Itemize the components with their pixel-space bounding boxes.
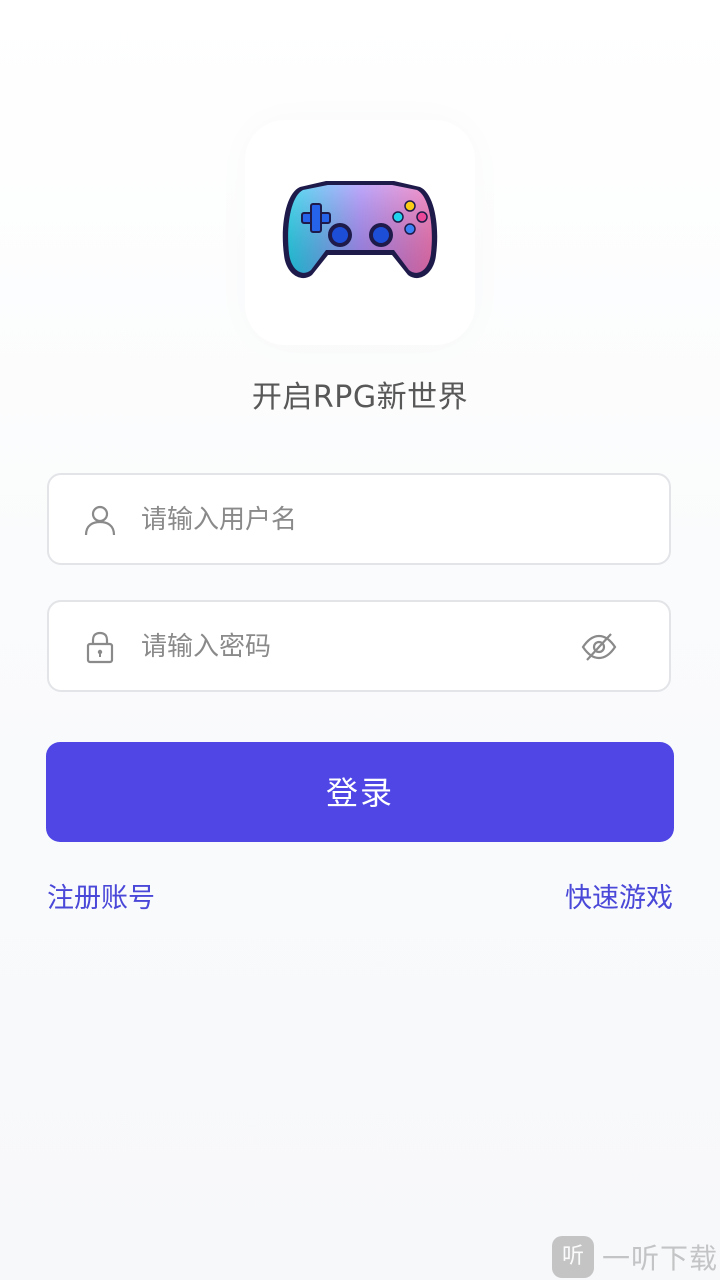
register-link[interactable]: 注册账号 (47, 876, 155, 915)
gamepad-icon (282, 181, 438, 279)
watermark-text: 一听下载 (601, 1242, 718, 1275)
username-field[interactable] (47, 473, 671, 565)
app-tagline: 开启RPG新世界 (251, 380, 469, 415)
username-input[interactable] (139, 475, 563, 565)
lock-icon (86, 631, 114, 664)
password-field[interactable] (47, 600, 671, 692)
password-input[interactable] (139, 602, 563, 692)
login-button[interactable]: 登录 (46, 742, 674, 842)
watermark: 听 一听下载 (551, 1236, 718, 1278)
eye-off-icon[interactable] (581, 631, 617, 663)
quick-play-link[interactable]: 快速游戏 (565, 876, 673, 915)
watermark-badge: 听 (551, 1236, 594, 1278)
user-icon (84, 505, 116, 536)
